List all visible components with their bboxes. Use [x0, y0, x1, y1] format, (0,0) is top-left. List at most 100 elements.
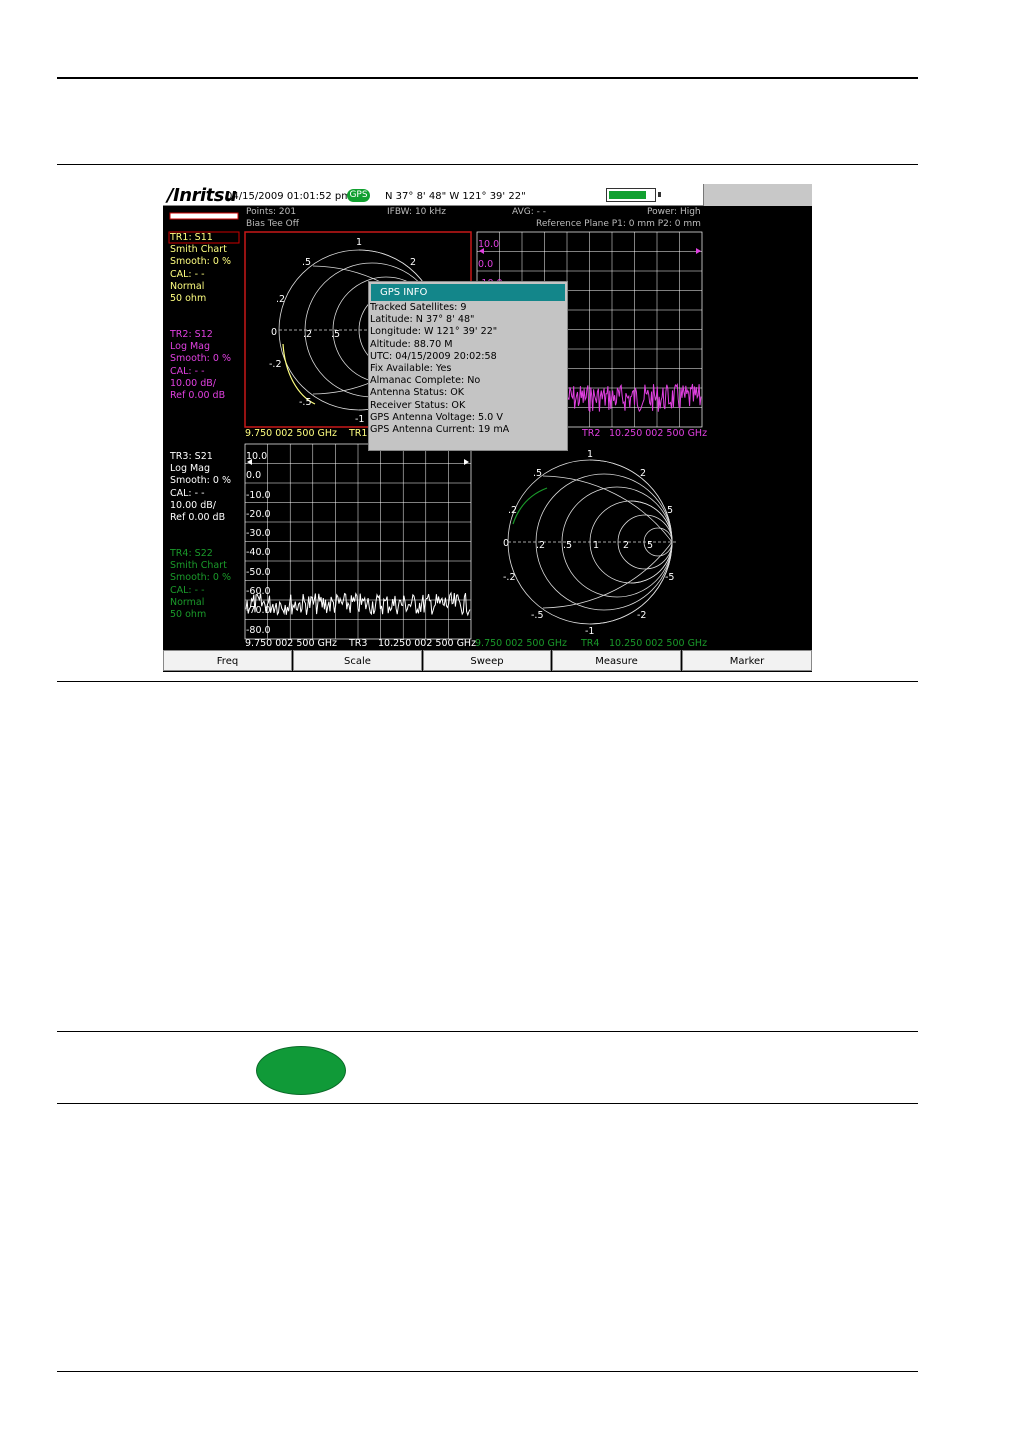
gps-info-line: Receiver Status: OK [370, 399, 466, 411]
gps-info-line: UTC: 04/15/2009 20:02:58 [370, 350, 497, 362]
trace-info-line: Normal [170, 596, 205, 608]
p2-trace-id: TR2 [582, 428, 601, 439]
softkey-sweep[interactable]: Sweep [423, 650, 551, 671]
smith4-label-upper-right: 2 [640, 468, 647, 479]
trace-info-line: Smooth: 0 % [170, 475, 231, 487]
smith1-label-left-upper: .2 [276, 294, 286, 305]
smith1-label-r05: .5 [331, 329, 341, 340]
gps-info-line: GPS Antenna Voltage: 5.0 V [370, 411, 503, 423]
note-top-rule [57, 1031, 918, 1032]
gps-info-line: Fix Available: Yes [370, 363, 452, 375]
marker-bar [169, 212, 239, 220]
tr3-tick: -40.0 [246, 547, 271, 559]
gps-info-dialog[interactable]: GPS INFO Tracked Satellites: 9 Latitude:… [368, 281, 568, 451]
smith4-label-upper-left: .5 [533, 468, 543, 479]
trace-info-line: CAL: - - [170, 487, 205, 499]
smith4-label-right-upper: 5 [667, 505, 674, 516]
trace-info-line: TR1: S11 [170, 232, 213, 243]
smith1-label-upper-right: 2 [410, 257, 417, 268]
trace-info-line: TR2: S12 [170, 329, 213, 340]
trace-info-line: CAL: - - [170, 584, 205, 596]
p2-stop-freq: 10.250 002 500 GHz [609, 428, 708, 439]
tr3-tick: -20.0 [246, 508, 271, 520]
p4-trace-id: TR4 [581, 638, 600, 649]
smith4-label-lower-right: -2 [637, 610, 647, 621]
figure-bottom-rule [57, 681, 918, 682]
tr3-tick: -50.0 [246, 566, 271, 578]
softkey-measure[interactable]: Measure [552, 650, 681, 671]
footer-rule [57, 1371, 918, 1372]
smith1-label-lower-left2: -.5 [299, 397, 312, 408]
softkey-bar: Freq Scale Sweep Measure Marker [163, 650, 812, 672]
smith4-label-top: 1 [587, 449, 594, 460]
trace-info-line: Smith Chart [170, 244, 227, 256]
note-bottom-rule [57, 1103, 918, 1104]
smith4-label-right-lower: -5 [665, 572, 675, 583]
tr2-tick: 0.0 [478, 258, 494, 270]
trace-info-line: Ref 0.00 dB [170, 511, 226, 523]
smith1-label-center: 0 [271, 327, 278, 338]
tr3-tick: -10.0 [246, 489, 271, 501]
tr3-tick: -30.0 [246, 528, 271, 540]
p4-start-freq: 9.750 002 500 GHz [475, 638, 568, 649]
smith4-label-r1: 1 [593, 540, 600, 551]
trace-info-line: TR3: S21 [170, 451, 213, 462]
tr2-ref-marker-right [696, 248, 701, 254]
trace-info-tr3[interactable]: TR3: S21 Log Mag Smooth: 0 % CAL: - - 10… [170, 451, 231, 524]
trace-info-line: Smith Chart [170, 560, 227, 572]
top-rule [57, 77, 918, 79]
gps-info-line: Longitude: W 121° 39' 22" [370, 326, 498, 338]
softkey-scale[interactable]: Scale [293, 650, 422, 671]
trace-info-line: Smooth: 0 % [170, 256, 231, 268]
trace-info-line: 10.00 dB/ [170, 499, 216, 511]
trace-info-line: Smooth: 0 % [170, 572, 231, 584]
softkey-marker[interactable]: Marker [682, 650, 812, 671]
instrument-screen: /Inritsu 04/15/2009 01:01:52 pm GPS N 37… [163, 184, 812, 672]
tr4-trace [512, 487, 548, 525]
tr3-ref-marker-right [464, 459, 469, 465]
smith1-label-top: 1 [356, 237, 363, 248]
gps-info-line: Altitude: 88.70 M [370, 338, 453, 350]
tr3-tick: 0.0 [246, 470, 262, 482]
trace-info-line: 10.00 dB/ [170, 377, 216, 389]
tr3-tick: 10.0 [246, 451, 268, 462]
smith1-label-upper-left: .5 [302, 257, 312, 268]
gps-info-line: Antenna Status: OK [370, 387, 465, 399]
smith4-label-left-upper: .2 [508, 505, 518, 516]
gps-info-line: Latitude: N 37° 8' 48" [370, 314, 475, 326]
smith4-label-bottom: -1 [585, 626, 595, 637]
trace-info-line: Ref 0.00 dB [170, 389, 226, 401]
p1-trace-id: TR1 [349, 428, 368, 439]
smith4-label-center: 0 [503, 538, 510, 549]
smith1-label-r02: .2 [303, 329, 313, 340]
trace-info-line: TR4: S22 [170, 548, 213, 559]
trace-info-tr1[interactable]: TR1: S11 Smith Chart Smooth: 0 % CAL: - … [170, 232, 231, 305]
trace-info-line: Normal [170, 280, 205, 292]
trace-info-line: Smooth: 0 % [170, 353, 231, 365]
tr3-tick: -60.0 [246, 586, 271, 598]
p3-trace-id: TR3 [349, 638, 368, 649]
trace-info-tr2[interactable]: TR2: S12 Log Mag Smooth: 0 % CAL: - - 10… [170, 329, 231, 402]
smith4-label-r05: .5 [563, 540, 573, 551]
trace-info-line: Log Mag [170, 463, 211, 475]
gps-info-title: GPS INFO [371, 284, 565, 301]
tr3-tick: -70.0 [246, 605, 271, 617]
trace-info-tr4[interactable]: TR4: S22 Smith Chart Smooth: 0 % CAL: - … [170, 548, 231, 621]
smith1-label-bottom: -1 [355, 414, 365, 425]
smith4-label-lower-left: -.2 [503, 572, 516, 583]
smith4-label-r5: 5 [647, 540, 654, 551]
tr3-tick-labels: 10.0 0.0 -10.0 -20.0 -30.0 -40.0 -50.0 -… [246, 447, 271, 640]
softkey-freq[interactable]: Freq [163, 650, 292, 671]
p4-stop-freq: 10.250 002 500 GHz [609, 638, 708, 649]
p1-start-freq: 9.750 002 500 GHz [245, 428, 338, 439]
trace-info-line: CAL: - - [170, 268, 205, 280]
gps-info-line: GPS Antenna Current: 19 mA [370, 424, 510, 436]
smith4-label-r02: .2 [536, 540, 546, 551]
trace-info-line: CAL: - - [170, 365, 205, 377]
gps-info-line: Tracked Satellites: 9 [370, 302, 467, 313]
p3-start-freq: 9.750 002 500 GHz [245, 638, 338, 649]
trace-info-line: 50 ohm [170, 608, 207, 620]
gps-info-line: Almanac Complete: No [370, 375, 481, 387]
tr1-trace [282, 343, 316, 405]
tr2-tick: 10.0 [478, 239, 500, 250]
